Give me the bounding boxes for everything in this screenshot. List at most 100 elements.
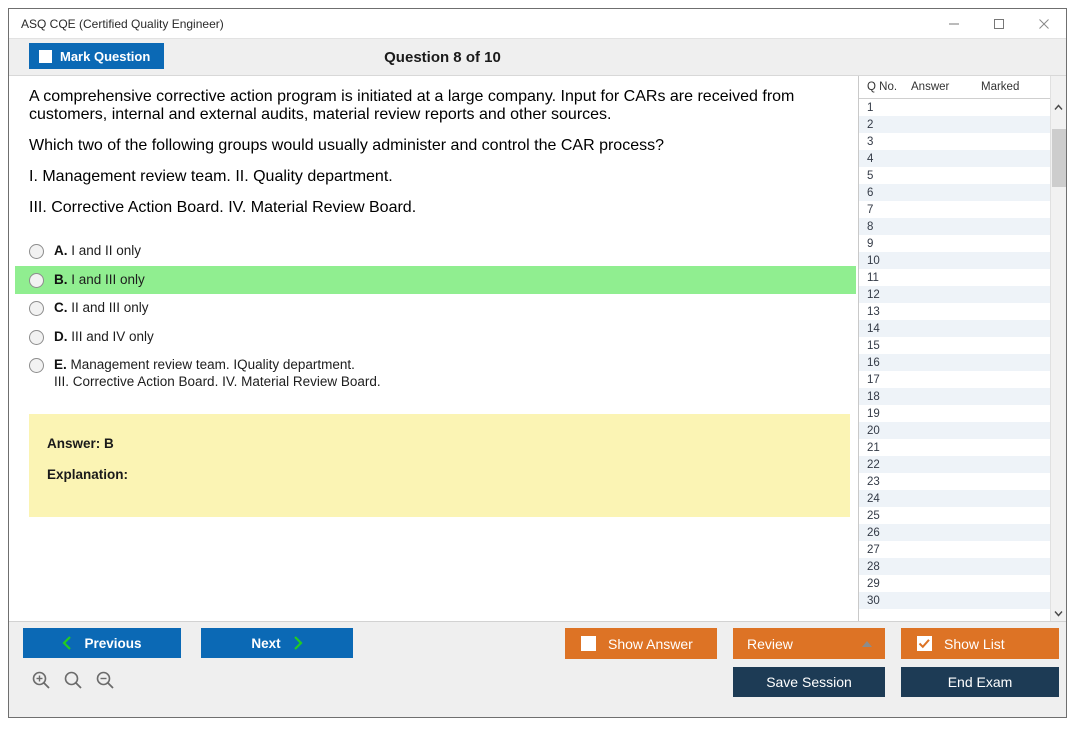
answer-option-label: E. Management review team. IQuality depa… [54, 357, 381, 389]
scroll-up-button[interactable] [1051, 99, 1067, 115]
question-paragraph-3: I. Management review team. II. Quality d… [29, 168, 393, 185]
answer-option-label: D. III and IV only [54, 328, 154, 344]
next-button-label: Next [251, 635, 281, 651]
mark-question-checkbox-icon [39, 49, 52, 63]
table-row[interactable]: 16 [859, 354, 1050, 371]
previous-button[interactable]: Previous [23, 628, 181, 658]
radio-button-icon [29, 329, 44, 345]
table-row[interactable]: 1 [859, 99, 1050, 116]
save-session-button[interactable]: Save Session [733, 667, 885, 697]
table-row[interactable]: 28 [859, 558, 1050, 575]
show-answer-toggle[interactable]: Show Answer [565, 628, 717, 659]
table-row[interactable]: 27 [859, 541, 1050, 558]
radio-button-icon [29, 301, 44, 316]
column-header-marked: Marked [981, 81, 1020, 93]
cell-qno: 22 [867, 458, 880, 471]
scrollbar-track[interactable] [1051, 115, 1067, 605]
answer-option-c[interactable]: C. II and III only [15, 294, 856, 323]
table-row[interactable]: 13 [859, 303, 1050, 320]
table-row[interactable]: 9 [859, 235, 1050, 252]
answer-option-label: A. I and II only [54, 243, 142, 258]
cell-qno: 30 [867, 594, 880, 607]
table-row[interactable]: 6 [859, 184, 1050, 201]
table-row[interactable]: 5 [859, 167, 1050, 184]
table-row[interactable]: 12 [859, 286, 1050, 303]
cell-qno: 3 [867, 135, 874, 148]
scrollbar-thumb[interactable] [1051, 129, 1066, 187]
answer-option-e[interactable]: E. Management review team. IQuality depa… [15, 351, 856, 396]
maximize-button[interactable] [976, 9, 1021, 38]
table-row[interactable]: 18 [859, 388, 1050, 405]
answer-option-d[interactable]: D. III and IV only [15, 323, 856, 352]
table-row[interactable]: 11 [859, 269, 1050, 286]
screenshot-root: ASQ CQE (Certified Quality Engineer) Mar… [0, 0, 1075, 735]
table-row[interactable]: 4 [859, 150, 1050, 167]
review-dropdown[interactable]: Review [733, 628, 885, 659]
table-row[interactable]: 8 [859, 218, 1050, 235]
question-list-panel: Q No. Answer Marked 1 2 3 4 5 6 7 8 9 10 11 12 13 14 1… [858, 76, 1050, 621]
exam-body: A comprehensive corrective action progra… [9, 76, 1066, 621]
table-row[interactable]: 7 [859, 201, 1050, 218]
minimize-button[interactable] [931, 9, 976, 38]
table-row[interactable]: 14 [859, 320, 1050, 337]
mark-question-button[interactable]: Mark Question [29, 43, 165, 69]
table-row[interactable]: 25 [859, 507, 1050, 524]
table-row[interactable]: 19 [859, 405, 1050, 422]
paragraph-gap-3 [9, 186, 858, 199]
page-title: Question 8 of 10 [384, 48, 501, 66]
maximize-icon [993, 18, 1004, 29]
show-answer-label: Show Answer [608, 635, 693, 652]
chevron-left-icon [62, 636, 72, 650]
paragraph-gap-1 [9, 124, 858, 137]
review-dropdown-label: Review [747, 635, 793, 652]
show-list-toggle[interactable]: Show List [901, 628, 1059, 659]
zoom-reset-button[interactable] [63, 670, 83, 695]
end-exam-button[interactable]: End Exam [901, 667, 1059, 697]
question-list-header: Q No. Answer Marked [859, 76, 1050, 99]
zoom-in-button[interactable] [31, 670, 51, 695]
cell-qno: 7 [867, 203, 874, 216]
close-icon [1038, 18, 1049, 29]
table-row[interactable]: 21 [859, 439, 1050, 456]
answer-option-letter: C. [54, 300, 68, 315]
question-paragraph-1: A comprehensive corrective action progra… [29, 88, 795, 123]
table-row[interactable]: 24 [859, 490, 1050, 507]
answer-explanation-panel: Answer: B Explanation: [29, 414, 850, 517]
table-row[interactable]: 23 [859, 473, 1050, 490]
cell-qno: 26 [867, 526, 880, 539]
column-header-answer: Answer [911, 81, 950, 93]
question-list-rows[interactable]: 1 2 3 4 5 6 7 8 9 10 11 12 13 14 15 16 17 18 19 20 21 22 23 24 2… [859, 99, 1050, 621]
table-row[interactable]: 2 [859, 116, 1050, 133]
answer-option-a[interactable]: A. I and II only [15, 237, 856, 266]
table-row[interactable]: 22 [859, 456, 1050, 473]
column-header-qno: Q No. [867, 81, 898, 93]
table-row[interactable]: 30 [859, 592, 1050, 609]
cell-qno: 28 [867, 560, 880, 573]
table-row[interactable]: 10 [859, 252, 1050, 269]
zoom-out-button[interactable] [95, 670, 115, 695]
cell-qno: 2 [867, 118, 874, 131]
table-row[interactable]: 3 [859, 133, 1050, 150]
table-row[interactable]: 26 [859, 524, 1050, 541]
answer-option-letter: B. [54, 271, 68, 287]
zoom-out-icon [96, 671, 114, 689]
scroll-down-button[interactable] [1051, 605, 1067, 621]
question-list-scrollbar[interactable] [1050, 76, 1066, 621]
end-exam-label: End Exam [947, 674, 1013, 690]
mark-question-label: Mark Question [60, 48, 151, 64]
table-row[interactable]: 20 [859, 422, 1050, 439]
next-button[interactable]: Next [201, 628, 353, 658]
correct-answer-label: Answer: B [47, 436, 114, 451]
chevron-up-icon [1054, 103, 1063, 110]
cell-qno: 23 [867, 475, 880, 488]
table-row[interactable]: 29 [859, 575, 1050, 592]
radio-button-icon [29, 358, 44, 373]
answer-option-label: B. I and III only [54, 271, 145, 287]
close-button[interactable] [1021, 9, 1066, 38]
table-row[interactable]: 15 [859, 337, 1050, 354]
answer-option-b[interactable]: B. I and III only [15, 265, 856, 294]
window-titlebar: ASQ CQE (Certified Quality Engineer) [9, 9, 1066, 39]
table-row[interactable]: 17 [859, 371, 1050, 388]
cell-qno: 5 [867, 169, 874, 182]
cell-qno: 29 [867, 577, 880, 590]
